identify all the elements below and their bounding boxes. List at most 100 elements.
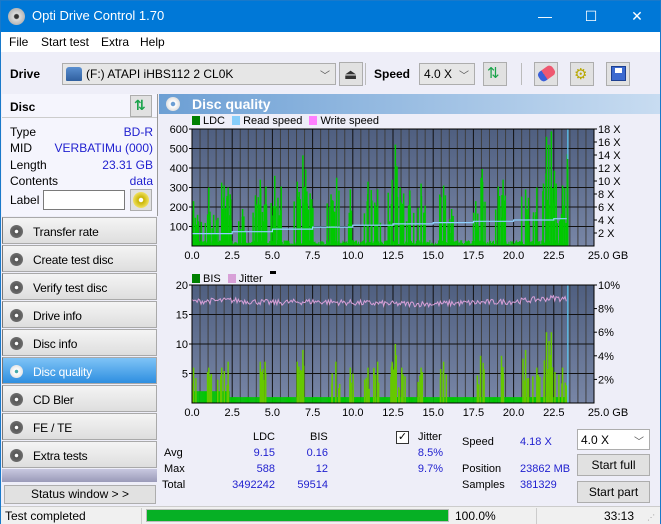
data-bar	[393, 240, 395, 246]
nav-drive-info[interactable]: Drive info	[2, 301, 157, 328]
nav-create-test-disc[interactable]: Create test disc	[2, 245, 157, 272]
label-input[interactable]	[43, 190, 125, 210]
data-bar	[227, 386, 230, 403]
status-window-button[interactable]: Status window > >	[4, 485, 156, 504]
data-bar	[346, 241, 348, 246]
panel-title: Disc quality	[192, 96, 271, 112]
data-bar	[288, 397, 290, 403]
y-tick-label: 100	[170, 222, 188, 234]
data-bar	[213, 391, 215, 403]
data-bar	[410, 397, 412, 403]
data-bar	[563, 397, 565, 403]
refresh-button[interactable]: ⇅	[483, 62, 507, 86]
nav-cd-bler[interactable]: CD Bler	[2, 385, 157, 412]
menu-start-test[interactable]: Start test	[41, 35, 89, 49]
data-bar	[452, 397, 454, 403]
chevron-down-icon: ﹀	[634, 437, 644, 448]
maximize-button[interactable]: ☐	[568, 1, 614, 32]
data-bar	[235, 397, 237, 403]
data-bar	[535, 212, 537, 246]
nav-extra-tests[interactable]: Extra tests	[2, 441, 157, 468]
x-tick-label: 17.5	[463, 407, 484, 419]
disc-value: data	[129, 174, 153, 188]
data-bar	[510, 397, 512, 403]
data-bar	[352, 373, 354, 403]
data-bar	[471, 241, 473, 246]
speed-select[interactable]: 4.0 X ﹀	[419, 63, 475, 85]
settings-button[interactable]: ⚙	[570, 62, 594, 86]
data-bar	[353, 240, 355, 246]
settings-icon: ⚙	[574, 66, 588, 83]
resize-grip-icon[interactable]: ⋰	[647, 513, 655, 522]
data-bar	[555, 397, 557, 403]
data-bar	[456, 240, 458, 246]
data-bar	[322, 241, 324, 246]
data-bar	[348, 212, 351, 246]
nav-label: CD Bler	[33, 393, 74, 407]
y-tick-label: 200	[170, 202, 188, 214]
test-speed-select[interactable]: 4.0 X ﹀	[577, 429, 650, 450]
data-bar	[438, 397, 440, 403]
data-bar	[520, 196, 523, 246]
data-bar	[512, 397, 514, 403]
data-bar	[464, 397, 466, 403]
data-bar	[279, 218, 282, 246]
minimize-button[interactable]: —	[522, 1, 568, 32]
data-bar	[224, 208, 227, 246]
data-bar	[388, 397, 390, 403]
start-full-button[interactable]: Start full	[577, 454, 650, 476]
menu-help[interactable]: Help	[140, 35, 165, 49]
data-bar	[434, 397, 436, 403]
data-bar	[460, 397, 462, 403]
menu-extra[interactable]: Extra	[101, 35, 129, 49]
drive-select[interactable]: (F:) ATAPI iHBS112 2 CL0K ﹀	[62, 63, 336, 85]
x-tick-label: 7.5	[305, 250, 320, 262]
data-bar	[263, 204, 266, 246]
nav-transfer-rate[interactable]: Transfer rate	[2, 217, 157, 244]
save-button[interactable]	[606, 62, 630, 86]
data-bar	[431, 397, 433, 403]
data-bar	[494, 209, 497, 246]
data-bar	[324, 397, 326, 403]
x-tick-label: 5.0	[265, 407, 280, 419]
data-bar	[234, 397, 236, 403]
status-divider	[536, 508, 537, 524]
status-bar: Test completed 100.0% 33:13 ⋰	[1, 506, 660, 524]
max-jitter: 9.7%	[417, 463, 443, 475]
data-bar	[256, 397, 258, 403]
data-bar	[194, 233, 196, 246]
data-bar	[508, 241, 510, 246]
menu-file[interactable]: File	[9, 35, 28, 49]
erase-button[interactable]	[534, 62, 558, 86]
disc-refresh-button[interactable]: ⇅	[130, 95, 152, 117]
data-bar	[269, 241, 271, 246]
data-bar	[459, 397, 461, 403]
data-bar	[245, 397, 247, 403]
nav-fe-te[interactable]: FE / TE	[2, 413, 157, 440]
refresh-icon: ⇅	[134, 97, 146, 113]
data-bar	[235, 242, 237, 246]
nav-disc-quality[interactable]: Disc quality	[2, 357, 157, 384]
data-bar	[277, 218, 279, 246]
data-bar	[309, 397, 311, 403]
data-bar	[474, 397, 476, 403]
data-bar	[466, 397, 468, 403]
data-bar	[291, 397, 293, 403]
jitter-checkbox[interactable]: ✓	[396, 431, 409, 444]
data-bar	[348, 397, 350, 403]
close-button[interactable]: ✕	[614, 1, 660, 32]
data-bar	[298, 198, 301, 246]
data-bar	[359, 397, 361, 403]
eject-button[interactable]: ⏏	[339, 62, 363, 86]
data-bar	[442, 371, 444, 403]
data-bar	[204, 391, 206, 403]
start-part-button[interactable]: Start part	[577, 481, 650, 503]
data-bar	[426, 397, 428, 403]
data-bar	[507, 397, 509, 403]
data-bar	[455, 397, 457, 403]
elapsed-time: 33:13	[604, 509, 635, 523]
label-apply-button[interactable]	[130, 189, 152, 211]
chevron-down-icon: ﹀	[459, 71, 469, 82]
nav-verify-test-disc[interactable]: Verify test disc	[2, 273, 157, 300]
nav-disc-info[interactable]: Disc info	[2, 329, 157, 356]
